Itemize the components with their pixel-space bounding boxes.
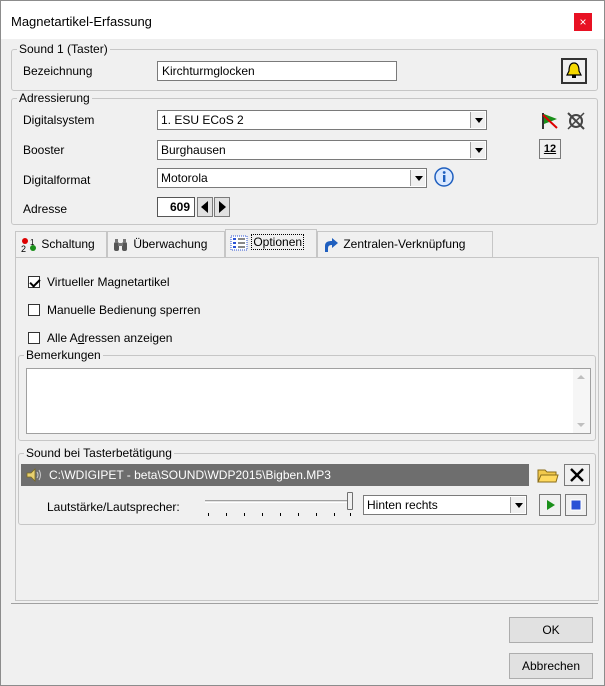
tab-zentralen-label: Zentralen-Verknüpfung [343, 237, 466, 251]
stop-icon [570, 499, 582, 511]
volume-slider-ticks [208, 513, 351, 516]
bottom-divider [11, 603, 598, 604]
wrench-icon [567, 112, 585, 130]
manuelle-checkbox[interactable] [28, 304, 40, 316]
abbrechen-button[interactable]: Abbrechen [509, 653, 593, 679]
tab-schaltung[interactable]: 2 1 Schaltung [15, 231, 107, 257]
bezeichnung-label: Bezeichnung [23, 64, 93, 78]
play-icon [547, 500, 555, 510]
tab-schaltung-label: Schaltung [41, 237, 95, 251]
adresse-increment-button[interactable] [214, 197, 230, 217]
chevron-down-icon[interactable] [410, 170, 425, 186]
sound-bei-label: Sound bei Tasterbetätigung [24, 446, 174, 460]
arrow-link-icon [325, 237, 338, 252]
scroll-down-icon[interactable] [577, 423, 585, 427]
speaker-value: Hinten rechts [367, 498, 438, 512]
alle-adressen-checkbox[interactable] [28, 332, 40, 344]
close-button[interactable]: × [574, 13, 592, 31]
speaker-select[interactable]: Hinten rechts [363, 495, 527, 515]
booster-value: Burghausen [161, 143, 226, 157]
binoculars-icon [114, 238, 127, 251]
adresse-label: Adresse [23, 202, 68, 216]
chevron-down-icon[interactable] [470, 142, 485, 158]
chevron-down-icon[interactable] [510, 497, 525, 513]
alle-adressen-label-pre: Alle A [47, 331, 78, 345]
alle-adressen-label: Alle Adressen anzeigen [47, 331, 172, 345]
sound-path-field[interactable]: C:\WDIGIPET - beta\SOUND\WDP2015\Bigben.… [21, 464, 529, 486]
title-bar: Magnetartikel-Erfassung × [1, 1, 604, 39]
options-icon [230, 235, 248, 251]
number-badge-button[interactable]: 12 [539, 139, 561, 159]
adresse-input[interactable]: 609 [157, 197, 195, 217]
switch-icon: 2 1 [21, 237, 36, 253]
adresse-decrement-button[interactable] [197, 197, 213, 217]
digitalformat-select[interactable]: Motorola [157, 168, 427, 188]
dialog-window: Magnetartikel-Erfassung × Sound 1 (Taste… [0, 0, 605, 686]
speaker-icon [26, 468, 41, 482]
volume-slider-thumb[interactable] [347, 492, 353, 510]
sound-group-label: Sound 1 (Taster) [17, 42, 110, 56]
tab-zentralen-verknuepfung[interactable]: Zentralen-Verknüpfung [317, 231, 493, 257]
folder-icon [537, 469, 559, 483]
info-icon [434, 167, 454, 187]
sound-path-value: C:\WDIGIPET - beta\SOUND\WDP2015\Bigben.… [49, 468, 331, 482]
svg-text:2: 2 [21, 244, 26, 253]
triangle-left-icon [201, 201, 208, 213]
digitalsystem-label: Digitalsystem [23, 113, 95, 127]
digitalformat-value: Motorola [161, 171, 208, 185]
tab-optionen[interactable]: Optionen [225, 229, 317, 257]
digitalsystem-value: 1. ESU ECoS 2 [161, 113, 244, 127]
tab-ueberwachung-label: Überwachung [133, 237, 208, 251]
booster-select[interactable]: Burghausen [157, 140, 487, 160]
window-title: Magnetartikel-Erfassung [11, 14, 152, 29]
manuelle-label: Manuelle Bedienung sperren [47, 303, 201, 317]
triangle-right-icon [219, 201, 226, 213]
bemerkungen-scrollbar[interactable] [573, 369, 590, 433]
stop-button[interactable] [565, 494, 587, 516]
scroll-up-icon[interactable] [577, 375, 585, 379]
flag-icon [542, 113, 558, 129]
bemerkungen-textarea[interactable] [26, 368, 591, 434]
flag-button[interactable] [539, 110, 561, 132]
volume-slider[interactable] [205, 491, 357, 521]
chevron-down-icon[interactable] [470, 112, 485, 128]
ok-button[interactable]: OK [509, 617, 593, 643]
volume-slider-track [205, 500, 353, 503]
play-button[interactable] [539, 494, 561, 516]
tab-optionen-label: Optionen [251, 234, 305, 250]
close-icon [570, 468, 584, 482]
booster-label: Booster [23, 143, 65, 157]
wrench-button[interactable] [565, 110, 587, 132]
open-folder-button[interactable] [536, 464, 560, 486]
bell-icon [566, 62, 582, 78]
bemerkungen-label: Bemerkungen [24, 348, 103, 362]
tab-ueberwachung[interactable]: Überwachung [107, 231, 225, 257]
bezeichnung-input[interactable]: Kirchturmglocken [157, 61, 397, 81]
clear-sound-button[interactable] [564, 464, 590, 486]
lautstaerke-label: Lautstärke/Lautsprecher: [47, 500, 180, 514]
digitalformat-label: Digitalformat [23, 173, 91, 187]
virtueller-label: Virtueller Magnetartikel [47, 275, 170, 289]
bell-button[interactable] [561, 58, 587, 84]
svg-text:1: 1 [30, 238, 35, 247]
virtueller-checkbox[interactable] [28, 276, 40, 288]
alle-adressen-label-post: ressen anzeigen [84, 331, 173, 345]
digitalsystem-select[interactable]: 1. ESU ECoS 2 [157, 110, 487, 130]
adressierung-group-label: Adressierung [17, 91, 92, 105]
info-button[interactable] [433, 166, 455, 188]
